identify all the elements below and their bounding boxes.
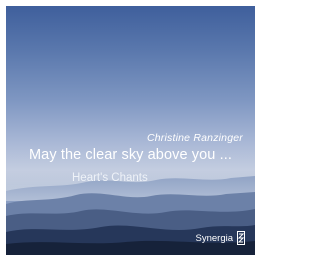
record-label-name: Synergia [195,232,234,244]
album-cover[interactable]: Christine Ranzinger May the clear sky ab… [6,6,255,255]
record-label: Synergia [195,231,245,245]
artist-name: Christine Ranzinger [146,132,243,144]
synergia-logo-icon [237,231,245,245]
album-subtitle: Heart's Chants [72,172,148,184]
album-cover-frame: Christine Ranzinger May the clear sky ab… [0,0,261,260]
mountain-landscape [6,171,255,255]
album-title: May the clear sky above you ... [29,147,232,163]
